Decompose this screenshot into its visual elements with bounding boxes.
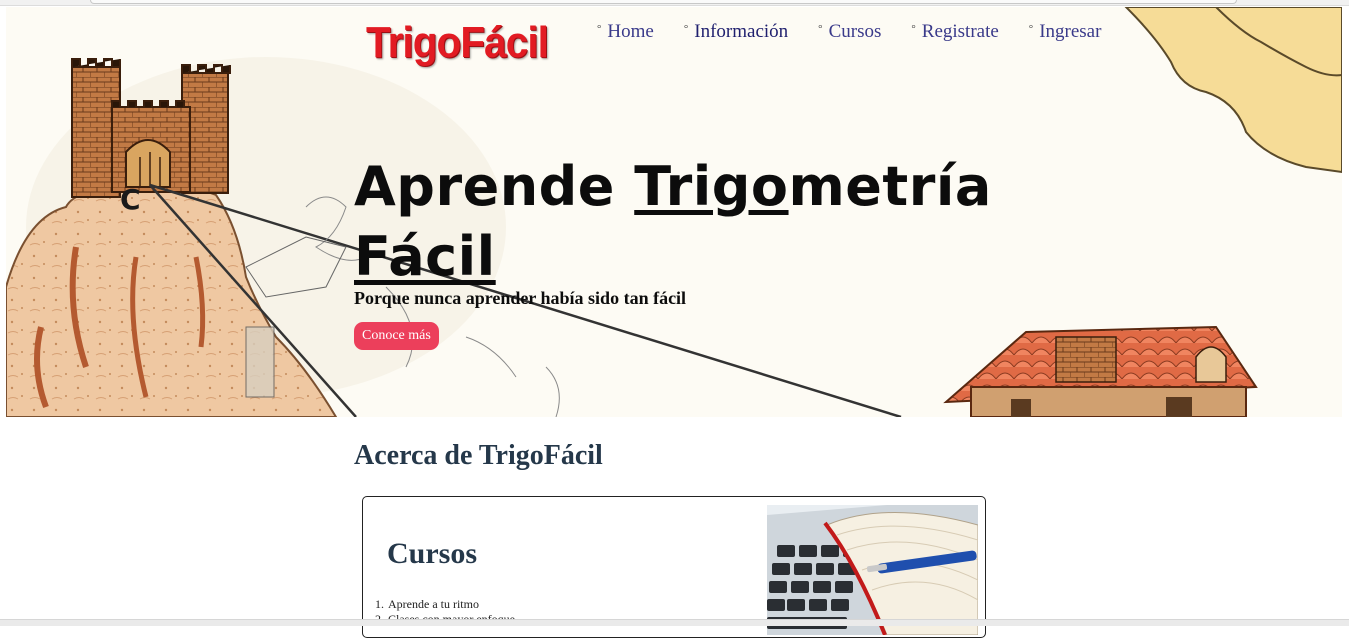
castle-vertex-label: C <box>120 183 141 216</box>
nav-item-ingresar[interactable]: ° Ingresar <box>1029 21 1102 43</box>
hero-subtitle: Porque nunca aprender había sido tan fác… <box>354 288 687 308</box>
nav-item-informacion[interactable]: ° Información <box>684 21 788 43</box>
list-item-text: Aprende a tu ritmo <box>388 597 479 611</box>
browser-tab-edge <box>90 0 1237 4</box>
headline-word-aprende: Aprende <box>354 155 635 218</box>
nav-item-cursos[interactable]: ° Cursos <box>818 21 881 43</box>
bullet-icon: ° <box>683 23 689 35</box>
laptop-notebook-image <box>767 505 978 635</box>
nav-item-label: Ingresar <box>1039 21 1102 42</box>
nav-item-label: Información <box>694 21 789 42</box>
brand-logo[interactable]: TrigoFácil <box>366 21 549 65</box>
courses-card: Cursos 1.Aprende a tu ritmo 2.Clases con… <box>362 496 986 638</box>
bullet-icon: ° <box>1028 23 1034 35</box>
browser-top-edge <box>0 0 1349 6</box>
nav-item-label: Registrate <box>921 21 999 42</box>
headline-word-metria: metría <box>788 155 992 218</box>
main-nav: ° Home ° Información ° Cursos ° Registrate °… <box>597 21 1131 43</box>
bullet-icon: ° <box>911 23 916 35</box>
courses-card-title: Cursos <box>387 537 478 570</box>
bullet-icon: ° <box>597 23 602 35</box>
nav-item-label: Cursos <box>828 21 882 42</box>
list-item-number: 1. <box>375 597 384 611</box>
nav-item-label: Home <box>607 21 654 42</box>
conoce-mas-button[interactable]: Conoce más <box>354 322 439 350</box>
list-item: 1. Aprende a tu ritmo <box>375 597 515 612</box>
hero-headline: Aprende Trigometría Fácil <box>354 152 1054 292</box>
headline-word-facil: Fácil <box>354 225 496 288</box>
headline-word-trigo: Trigo <box>634 155 789 218</box>
nav-item-registrate[interactable]: ° Registrate <box>911 21 998 43</box>
laptop-notebook-illustration <box>767 505 978 635</box>
nav-item-home[interactable]: ° Home <box>597 21 654 43</box>
about-section-title: Acerca de TrigoFácil <box>354 440 603 471</box>
bullet-icon: ° <box>818 23 823 35</box>
